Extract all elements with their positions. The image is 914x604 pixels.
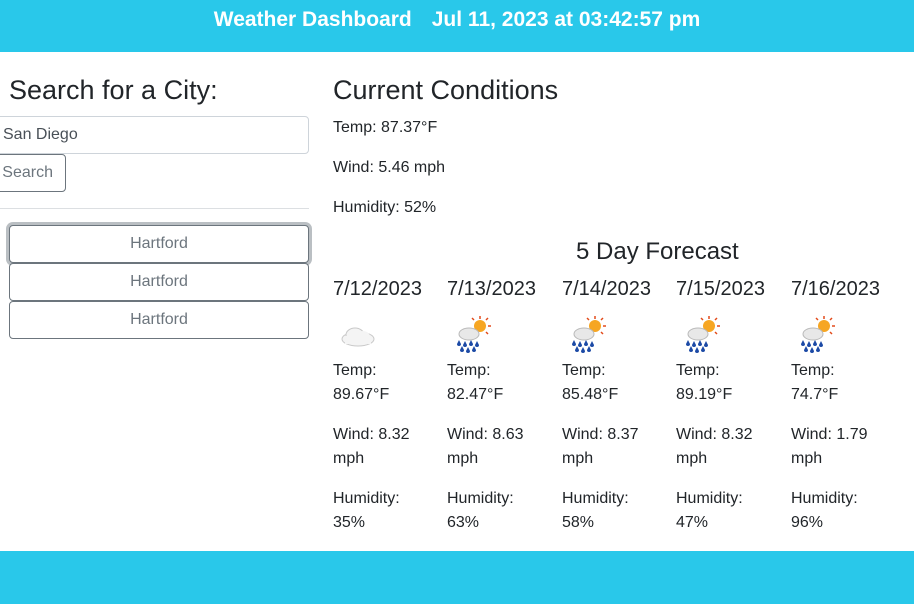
forecast-day-card: 7/12/2023 Temp: 89.67°F Wind: 8.32 mph H… — [333, 278, 447, 531]
forecast-temp-value: 82.47°F — [447, 386, 504, 403]
current-conditions-heading: Current Conditions — [333, 75, 559, 105]
forecast-wind-unit: mph — [562, 450, 594, 467]
forecast-day-card: 7/13/2023 Temp: 82.47°F Wind: 8.63 mph H… — [447, 278, 561, 531]
forecast-temp-value: 89.67°F — [333, 386, 390, 403]
search-button[interactable]: Search — [0, 154, 66, 192]
search-heading: Search for a City: — [9, 75, 218, 105]
forecast-date: 7/13/2023 — [447, 278, 536, 300]
forecast-humidity-label: Humidity: — [562, 490, 629, 507]
forecast-temp-label: Temp: — [447, 362, 491, 379]
forecast-wind-unit: mph — [333, 450, 365, 467]
forecast-wind: Wind: 8.32 mph — [676, 423, 752, 471]
forecast-wind: Wind: 1.79 mph — [791, 423, 867, 471]
forecast-temp-label: Temp: — [791, 362, 835, 379]
current-datetime: Jul 11, 2023 at 03:42:57 pm — [431, 8, 701, 31]
forecast-date: 7/16/2023 — [791, 278, 880, 300]
current-wind: Wind: 5.46 mph — [333, 159, 446, 176]
forecast-temp: Temp: 89.19°F — [676, 359, 732, 407]
sun-rain-icon — [676, 313, 726, 353]
history-city-button[interactable]: Hartford — [9, 225, 309, 263]
forecast-temp-value: 74.7°F — [791, 386, 839, 403]
app-title: Weather Dashboard — [213, 8, 412, 31]
forecast-temp-value: 89.19°F — [676, 386, 733, 403]
forecast-temp: Temp: 85.48°F — [562, 359, 618, 407]
history-city-button[interactable]: Hartford — [9, 263, 309, 301]
app-header: Weather Dashboard Jul 11, 2023 at 03:42:… — [0, 0, 914, 52]
forecast-humidity: Humidity: 47% — [676, 487, 743, 535]
forecast-temp: Temp: 82.47°F — [447, 359, 503, 407]
forecast-temp-value: 85.48°F — [562, 386, 619, 403]
forecast-humidity-label: Humidity: — [333, 490, 400, 507]
forecast-humidity-value: 96% — [791, 514, 824, 531]
forecast-date: 7/15/2023 — [676, 278, 765, 300]
forecast-wind: Wind: 8.37 mph — [562, 423, 638, 471]
history-city-button[interactable]: Hartford — [9, 301, 309, 339]
forecast-wind-label: Wind: 8.32 — [333, 426, 410, 443]
forecast-temp-label: Temp: — [333, 362, 377, 379]
forecast-humidity-label: Humidity: — [447, 490, 514, 507]
forecast-wind-unit: mph — [676, 450, 708, 467]
current-humidity: Humidity: 52% — [333, 199, 437, 216]
forecast-humidity: Humidity: 63% — [447, 487, 514, 535]
forecast-wind-label: Wind: 1.79 — [791, 426, 868, 443]
sun-rain-icon — [447, 313, 497, 353]
forecast-heading: 5 Day Forecast — [576, 238, 739, 265]
forecast-temp: Temp: 74.7°F — [791, 359, 838, 407]
forecast-day-card: 7/14/2023 Temp: 85.48°F Wind: 8.37 mph H… — [562, 278, 676, 531]
forecast-wind-label: Wind: 8.63 — [447, 426, 524, 443]
sun-rain-icon — [562, 313, 612, 353]
forecast-wind: Wind: 8.32 mph — [333, 423, 409, 471]
city-search-input[interactable] — [0, 116, 309, 154]
forecast-humidity-label: Humidity: — [791, 490, 858, 507]
forecast-humidity-value: 63% — [447, 514, 480, 531]
forecast-wind-label: Wind: 8.32 — [676, 426, 753, 443]
forecast-wind-unit: mph — [791, 450, 823, 467]
forecast-day-card: 7/16/2023 Temp: 74.7°F Wind: 1.79 mph Hu… — [791, 278, 905, 531]
forecast-wind-label: Wind: 8.37 — [562, 426, 639, 443]
forecast-humidity-value: 47% — [676, 514, 709, 531]
forecast-temp-label: Temp: — [676, 362, 720, 379]
forecast-humidity: Humidity: 96% — [791, 487, 858, 535]
sun-rain-icon — [791, 313, 841, 353]
forecast-humidity-value: 58% — [562, 514, 595, 531]
forecast-day-card: 7/15/2023 Temp: 89.19°F Wind: 8.32 mph H… — [676, 278, 790, 531]
app-footer — [0, 551, 914, 604]
forecast-humidity-label: Humidity: — [676, 490, 743, 507]
forecast-humidity-value: 35% — [333, 514, 366, 531]
forecast-date: 7/14/2023 — [562, 278, 651, 300]
forecast-wind: Wind: 8.63 mph — [447, 423, 523, 471]
current-temp: Temp: 87.37°F — [333, 119, 438, 136]
forecast-humidity: Humidity: 35% — [333, 487, 400, 535]
forecast-humidity: Humidity: 58% — [562, 487, 629, 535]
forecast-wind-unit: mph — [447, 450, 479, 467]
forecast-date: 7/12/2023 — [333, 278, 422, 300]
cloud-icon — [333, 313, 383, 353]
forecast-temp: Temp: 89.67°F — [333, 359, 389, 407]
divider — [0, 208, 309, 209]
forecast-temp-label: Temp: — [562, 362, 606, 379]
